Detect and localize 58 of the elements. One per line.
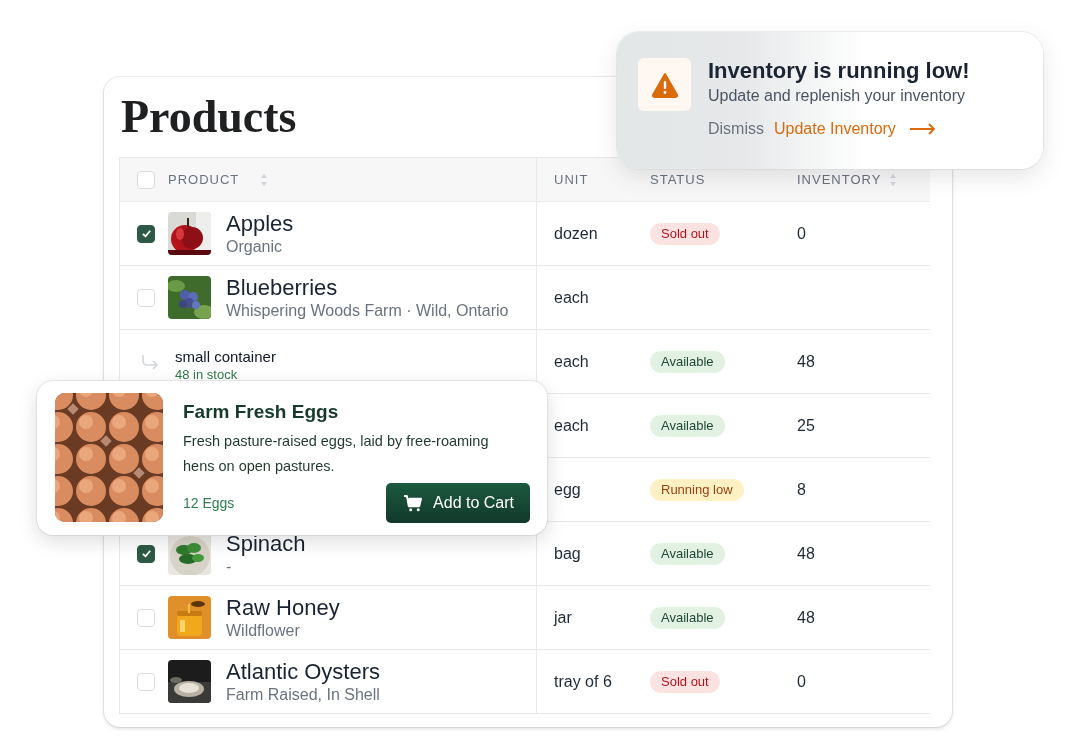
cart-icon: [404, 494, 424, 512]
stock-count: 48 in stock: [175, 366, 239, 383]
unit-text: dozen: [554, 224, 598, 243]
status-badge: Available: [650, 606, 725, 629]
inventory-count: 25: [797, 416, 815, 435]
product-name: Apples: [226, 210, 294, 237]
status-badge: Available: [650, 350, 725, 373]
row-checkbox[interactable]: [137, 224, 155, 243]
product-name: Blueberries: [226, 274, 339, 301]
arrow-right-icon[interactable]: [909, 123, 936, 135]
product-name: Spinach: [226, 530, 306, 557]
row-checkbox[interactable]: [137, 544, 155, 563]
product-detail: Organic: [226, 237, 284, 257]
inventory-count: 8: [797, 480, 806, 499]
page-title: Products: [120, 90, 297, 144]
unit-text: each: [554, 416, 589, 435]
variant-name: small container: [175, 346, 276, 367]
status-badge: Running low: [650, 478, 744, 501]
status-badge: Sold out: [650, 670, 720, 693]
inventory-count: 0: [797, 672, 806, 691]
product-detail: Wildflower: [226, 621, 301, 641]
status-badge: Available: [650, 542, 725, 565]
unit-text: jar: [554, 608, 572, 627]
unit-text: each: [554, 288, 589, 307]
inventory-count: 48: [797, 608, 815, 627]
check-icon: [140, 548, 152, 559]
product-detail: Whispering Woods Farm · Wild, Ontario: [226, 301, 509, 321]
unit-text: bag: [554, 544, 581, 563]
status-badge: Available: [650, 414, 725, 437]
unit-text: egg: [554, 480, 581, 499]
sort-icon[interactable]: [260, 172, 269, 187]
unit-text: each: [554, 352, 589, 371]
select-all-checkbox[interactable]: [137, 170, 155, 189]
add-to-cart-button[interactable]: Add to Cart: [386, 483, 530, 523]
sub-item-arrow-icon: [141, 353, 159, 370]
dismiss-button[interactable]: Dismiss: [708, 120, 764, 138]
column-header: UNIT: [554, 172, 589, 187]
unit-text: tray of 6: [554, 672, 612, 691]
product-description: Fresh pasture-raised eggs, laid by free-roaming hens on open pastures.: [183, 432, 490, 476]
inventory-count: 48: [797, 544, 815, 563]
check-icon: [140, 228, 152, 239]
column-header[interactable]: INVENTORY: [797, 172, 882, 187]
column-header[interactable]: PRODUCT: [168, 172, 240, 187]
status-badge: Sold out: [650, 222, 720, 245]
sort-icon[interactable]: [889, 172, 898, 187]
product-name: Raw Honey: [226, 594, 340, 621]
warning-icon: [650, 71, 679, 98]
inventory-count: 0: [797, 224, 806, 243]
product-name: Atlantic Oysters: [226, 658, 381, 685]
quantity-label: 12 Eggs: [183, 495, 235, 511]
product-title: Farm Fresh Eggs: [183, 400, 340, 424]
product-detail: -: [226, 557, 233, 577]
toast-title: Inventory is running low!: [708, 58, 970, 84]
column-header: STATUS: [650, 172, 706, 187]
toast-message: Update and replenish your inventory: [708, 86, 967, 106]
inventory-count: 48: [797, 352, 815, 371]
update-inventory-link[interactable]: Update Inventory: [774, 120, 896, 138]
product-detail: Farm Raised, In Shell: [226, 685, 381, 705]
